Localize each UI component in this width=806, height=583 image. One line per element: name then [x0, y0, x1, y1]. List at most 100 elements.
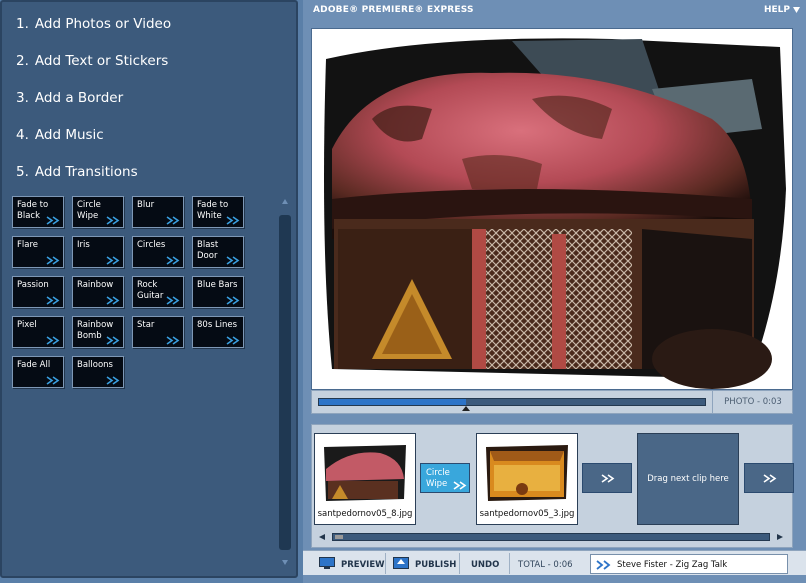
divider [509, 553, 510, 574]
transition-button-rainbow[interactable]: Rainbow [72, 276, 124, 308]
transition-label: Flare [17, 240, 38, 250]
double-arrow-right-icon [226, 336, 240, 345]
transition-label: Iris [77, 240, 90, 250]
clip-thumbnail-image [320, 439, 410, 505]
transition-button-fade-all[interactable]: Fade All [12, 356, 64, 388]
transition-button-star[interactable]: Star [132, 316, 184, 348]
double-arrow-right-icon [46, 376, 60, 385]
double-arrow-right-icon [166, 256, 180, 265]
double-arrow-right-icon [166, 296, 180, 305]
step-add-border[interactable]: 3. Add a Border [16, 90, 123, 106]
double-arrow-right-icon [106, 376, 120, 385]
transition-button-blue-bars[interactable]: Blue Bars [192, 276, 244, 308]
music-track-title: Steve Fister - Zig Zag Talk [617, 560, 728, 570]
double-arrow-right-icon [106, 296, 120, 305]
transition-button-blur[interactable]: Blur [132, 196, 184, 228]
timeline-transition-slot[interactable] [582, 463, 632, 493]
transition-button-fade-to-black[interactable]: Fade to Black [12, 196, 64, 228]
double-arrow-right-icon [46, 336, 60, 345]
transition-button-iris[interactable]: Iris [72, 236, 124, 268]
timeline: santpedornov05_8.jpg Circle Wipe santped… [311, 424, 794, 548]
step-label: Add Transitions [34, 164, 138, 180]
double-arrow-right-icon [453, 481, 467, 490]
transition-label: Pixel [17, 320, 37, 330]
double-arrow-right-icon [226, 216, 240, 225]
clip-thumbnail-image [482, 439, 572, 505]
preview-button[interactable]: PREVIEW [311, 551, 385, 576]
help-menu[interactable]: HELP [764, 5, 790, 15]
step-label: Add Photos or Video [34, 16, 172, 32]
timeline-clip-2[interactable]: santpedornov05_3.jpg [476, 433, 578, 525]
transitions-scrollbar[interactable] [279, 215, 291, 550]
double-arrow-right-icon [601, 474, 615, 483]
double-arrow-right-icon [106, 336, 120, 345]
scroll-thumb[interactable] [335, 535, 343, 539]
transition-button-circle-wipe[interactable]: Circle Wipe [72, 196, 124, 228]
divider [459, 553, 460, 574]
step-add-transitions[interactable]: 5. Add Transitions [16, 164, 138, 180]
clip-filename: santpedornov05_3.jpg [479, 509, 575, 519]
scroll-down-icon[interactable] [281, 558, 289, 566]
transition-label: Circle Wipe [426, 468, 450, 489]
transition-label: Star [137, 320, 155, 330]
scroll-left-icon[interactable] [318, 533, 326, 541]
playback-progress-bar[interactable] [318, 398, 706, 406]
preview-viewer [311, 28, 793, 390]
monitor-icon [319, 557, 335, 569]
transition-button-circles[interactable]: Circles [132, 236, 184, 268]
total-duration: TOTAL - 0:06 [518, 560, 573, 570]
transition-button-flare[interactable]: Flare [12, 236, 64, 268]
undo-button[interactable]: UNDO [461, 551, 507, 576]
transition-button-balloons[interactable]: Balloons [72, 356, 124, 388]
divider [712, 391, 713, 413]
step-label: Add Music [34, 127, 104, 143]
upload-icon [393, 557, 409, 569]
transition-label: Passion [17, 280, 49, 290]
transition-button-blast-door[interactable]: Blast Door [192, 236, 244, 268]
timeline-clip-1[interactable]: santpedornov05_8.jpg [314, 433, 416, 525]
timeline-scrollbar[interactable] [332, 533, 770, 541]
step-label: Add a Border [34, 90, 124, 106]
timeline-transition-circle-wipe[interactable]: Circle Wipe [420, 463, 470, 493]
button-label: PUBLISH [415, 560, 457, 570]
transition-label: Blur [137, 200, 155, 210]
scroll-up-icon[interactable] [281, 198, 289, 206]
transition-label: Balloons [77, 360, 113, 370]
scroll-right-icon[interactable] [776, 533, 784, 541]
double-arrow-right-icon [596, 560, 611, 570]
button-label: PREVIEW [341, 560, 385, 570]
editor-panel: ADOBE® PREMIERE® EXPRESS HELP PHOTO - 0:… [303, 0, 806, 583]
transition-label: Blue Bars [197, 280, 238, 290]
step-add-photos[interactable]: 1. Add Photos or Video [16, 16, 171, 32]
transition-button-80s-lines[interactable]: 80s Lines [192, 316, 244, 348]
transition-button-pixel[interactable]: Pixel [12, 316, 64, 348]
timeline-transition-slot[interactable] [744, 463, 794, 493]
playhead-icon[interactable] [461, 406, 470, 411]
chevron-down-icon[interactable] [793, 7, 800, 13]
transition-button-fade-to-white[interactable]: Fade to White [192, 196, 244, 228]
transition-label: Fade All [17, 360, 51, 370]
transition-label: 80s Lines [197, 320, 238, 330]
double-arrow-right-icon [166, 336, 180, 345]
double-arrow-right-icon [226, 296, 240, 305]
double-arrow-right-icon [106, 216, 120, 225]
double-arrow-right-icon [46, 256, 60, 265]
clip-info: PHOTO - 0:03 [724, 397, 782, 407]
app-title: ADOBE® PREMIERE® EXPRESS [313, 5, 474, 15]
bottom-toolbar: PREVIEW PUBLISH UNDO TOTAL - 0:06 Steve … [303, 550, 806, 575]
double-arrow-right-icon [763, 474, 777, 483]
clip-filename: santpedornov05_8.jpg [317, 509, 413, 519]
step-add-music[interactable]: 4. Add Music [16, 127, 104, 143]
double-arrow-right-icon [166, 216, 180, 225]
header-bar: ADOBE® PREMIERE® EXPRESS HELP [303, 0, 806, 22]
clip-drop-zone[interactable]: Drag next clip here [637, 433, 739, 525]
double-arrow-right-icon [226, 256, 240, 265]
transition-label: Rainbow [77, 280, 114, 290]
transition-button-rock-guitar[interactable]: Rock Guitar [132, 276, 184, 308]
truck-photo-image [312, 29, 792, 389]
publish-button[interactable]: PUBLISH [389, 551, 457, 576]
transition-button-rainbow-bomb[interactable]: Rainbow Bomb [72, 316, 124, 348]
step-add-text[interactable]: 2. Add Text or Stickers [16, 53, 168, 69]
music-track[interactable]: Steve Fister - Zig Zag Talk [590, 554, 788, 574]
transition-button-passion[interactable]: Passion [12, 276, 64, 308]
